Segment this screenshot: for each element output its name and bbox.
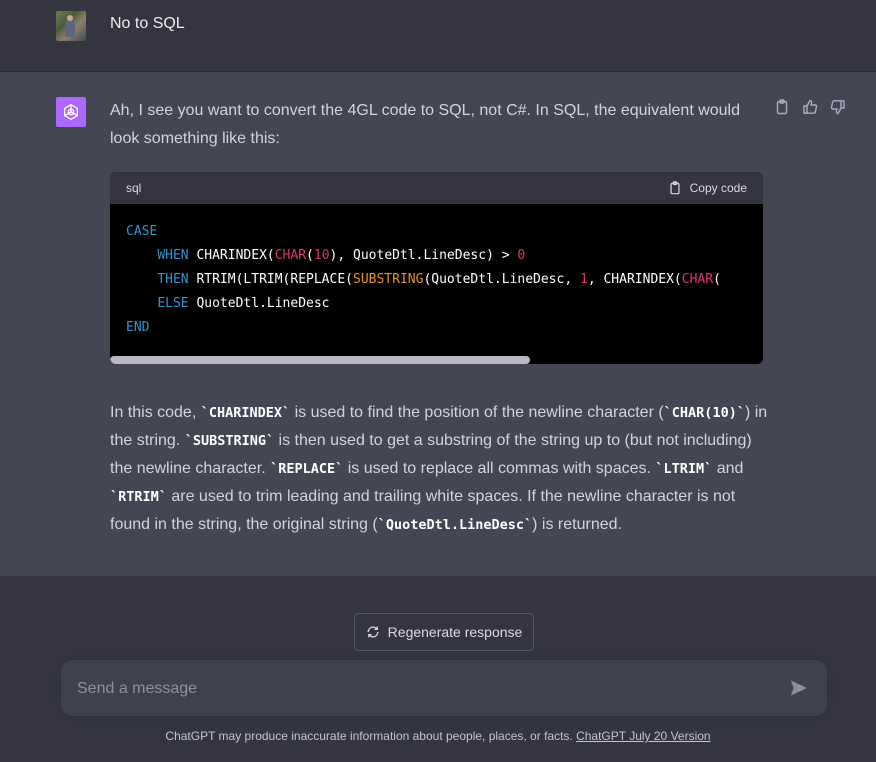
copy-code-button[interactable]: Copy code xyxy=(668,181,747,195)
inline-code: `REPLACE` xyxy=(270,461,344,477)
message-actions xyxy=(774,99,846,115)
inline-code: `CHAR(10)` xyxy=(663,405,745,421)
inline-code: `RTRIM` xyxy=(110,489,167,505)
assistant-explanation-text: In this code, `CHARINDEX` is used to fin… xyxy=(110,404,768,533)
openai-logo-icon xyxy=(56,97,86,127)
code-line-5: END xyxy=(126,320,150,335)
user-message-text: No to SQL xyxy=(110,15,185,32)
code-horizontal-scrollbar[interactable] xyxy=(110,356,763,364)
code-language-label: sql xyxy=(126,181,142,195)
send-icon[interactable] xyxy=(789,678,809,698)
inline-code: `SUBSTRING` xyxy=(184,433,275,449)
user-message-row: No to SQL xyxy=(0,0,876,72)
code-line-1: CASE xyxy=(126,224,158,239)
composer-area: Regenerate response ChatGPT may produce … xyxy=(0,576,876,762)
scrollbar-thumb[interactable] xyxy=(110,356,530,364)
version-link[interactable]: ChatGPT July 20 Version xyxy=(576,729,711,743)
code-block: sql Copy code CASE WHEN CHARINDEX(CHAR(1… xyxy=(110,172,763,364)
code-content: CASE WHEN CHARINDEX(CHAR(10), QuoteDtl.L… xyxy=(110,204,763,348)
code-line-3: THEN RTRIM(LTRIM(REPLACE(SUBSTRING(Quote… xyxy=(157,272,721,287)
regenerate-response-button[interactable]: Regenerate response xyxy=(354,613,534,651)
assistant-message-row: Ah, I see you want to convert the 4GL co… xyxy=(0,72,876,576)
footer-disclaimer: ChatGPT may produce inaccurate informati… xyxy=(0,729,876,743)
regenerate-label: Regenerate response xyxy=(387,624,523,640)
clipboard-icon xyxy=(670,181,680,195)
code-line-2: WHEN CHARINDEX(CHAR(10), QuoteDtl.LineDe… xyxy=(157,248,526,263)
inline-code: `QuoteDtl.LineDesc` xyxy=(377,517,533,533)
message-input[interactable] xyxy=(77,678,757,700)
user-avatar xyxy=(56,11,86,41)
footer-text: ChatGPT may produce inaccurate informati… xyxy=(165,729,577,743)
thumbs-down-icon[interactable] xyxy=(830,99,846,115)
inline-code: `LTRIM` xyxy=(655,461,713,477)
code-line-4: ELSE QuoteDtl.LineDesc xyxy=(157,296,330,311)
code-header: sql Copy code xyxy=(110,172,763,204)
copy-code-label: Copy code xyxy=(689,181,747,195)
message-input-box xyxy=(61,660,827,716)
clipboard-icon[interactable] xyxy=(774,99,790,115)
thumbs-up-icon[interactable] xyxy=(802,99,818,115)
inline-code: `CHARINDEX` xyxy=(200,405,291,421)
assistant-intro-text: Ah, I see you want to convert the 4GL co… xyxy=(110,102,741,147)
refresh-icon xyxy=(367,626,379,638)
